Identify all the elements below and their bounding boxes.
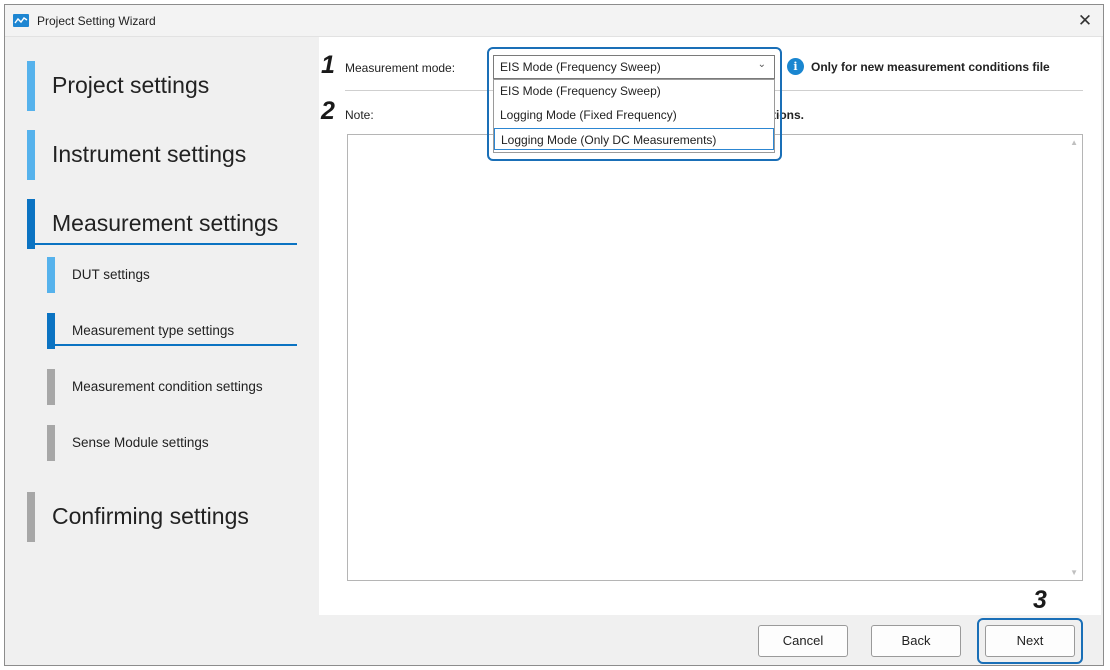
- step-indicator: [27, 199, 35, 249]
- cancel-button[interactable]: Cancel: [758, 625, 848, 657]
- step-indicator: [27, 492, 35, 542]
- step-indicator: [47, 257, 55, 293]
- active-section-underline: [27, 243, 297, 245]
- sidebar-item-label: Measurement type settings: [72, 323, 235, 338]
- callout-number-1: 1: [321, 51, 335, 79]
- window-title: Project Setting Wizard: [37, 14, 156, 28]
- callout-highlight-next: [977, 618, 1083, 664]
- measurement-mode-label: Measurement mode:: [345, 61, 456, 75]
- step-indicator: [27, 130, 35, 180]
- main-panel: Measurement mode: EIS Mode (Frequency Sw…: [319, 37, 1101, 615]
- sidebar-item-label: Sense Module settings: [72, 435, 209, 450]
- sidebar-item-label: DUT settings: [72, 267, 150, 282]
- wizard-footer: Cancel Back Next: [5, 615, 1103, 665]
- wizard-sidebar: Project settings Instrument settings Mea…: [5, 37, 317, 665]
- callout-number-2: 2: [321, 97, 335, 125]
- info-icon: i: [787, 58, 804, 75]
- scroll-up-icon[interactable]: ▲: [1070, 138, 1078, 147]
- wave-icon: [13, 14, 29, 27]
- wizard-window: Project Setting Wizard ✕ Project setting…: [4, 4, 1104, 666]
- sidebar-item-label: Measurement condition settings: [72, 379, 263, 394]
- sidebar-item-label: Confirming settings: [52, 503, 249, 529]
- sidebar-item-label: Project settings: [52, 72, 210, 98]
- step-indicator: [47, 369, 55, 405]
- close-icon[interactable]: ✕: [1073, 9, 1097, 33]
- sidebar-item-label: Measurement settings: [52, 210, 279, 236]
- step-indicator: [47, 425, 55, 461]
- callout-number-3: 3: [1033, 586, 1047, 614]
- step-indicator: [27, 61, 35, 111]
- active-item-underline: [47, 344, 297, 346]
- note-textarea[interactable]: ▲ ▼: [347, 134, 1083, 581]
- info-text: Only for new measurement conditions file: [811, 60, 1050, 74]
- callout-highlight-dropdown: [487, 47, 782, 161]
- note-label: Note:: [345, 108, 374, 122]
- title-bar: Project Setting Wizard ✕: [5, 5, 1103, 37]
- sidebar-item-label: Instrument settings: [52, 141, 247, 167]
- scroll-down-icon[interactable]: ▼: [1070, 568, 1078, 577]
- back-button[interactable]: Back: [871, 625, 961, 657]
